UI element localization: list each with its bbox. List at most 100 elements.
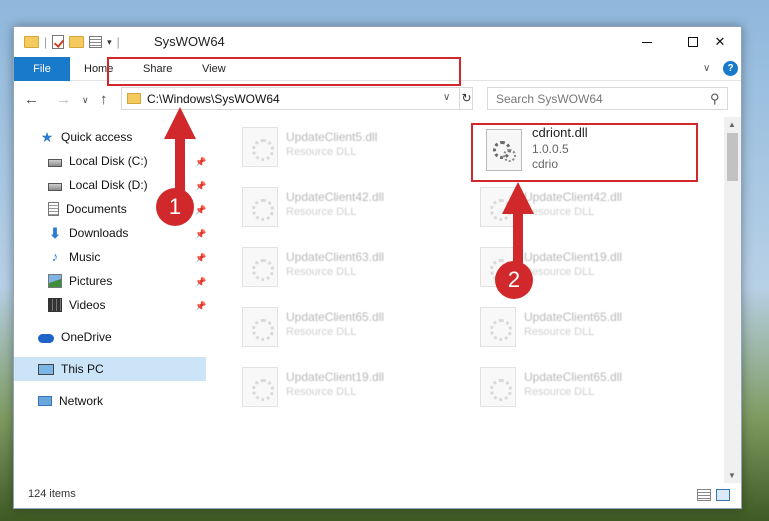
dll-file-icon <box>242 307 278 347</box>
window-title: SysWOW64 <box>154 34 225 49</box>
file-name: UpdateClient65.dll <box>524 370 623 384</box>
details-view-icon[interactable] <box>697 489 711 501</box>
tab-file[interactable]: File <box>14 57 70 81</box>
sidebar-item-local-disk-c[interactable]: Local Disk (C:) <box>48 149 148 173</box>
star-icon: ★ <box>40 129 54 145</box>
file-type: Resource DLL <box>286 386 357 398</box>
dll-file-icon <box>480 367 516 407</box>
sidebar-item-videos[interactable]: Videos <box>48 293 105 317</box>
pin-icon[interactable]: 📌 <box>195 277 206 288</box>
file-name: UpdateClient63.dll <box>286 250 385 264</box>
sidebar-item-network[interactable]: Network <box>38 389 103 413</box>
file-name: UpdateClient19.dll <box>524 250 623 264</box>
sidebar-item-downloads[interactable]: ⬇ Downloads <box>48 221 128 245</box>
list-item[interactable]: UpdateClient19.dll Resource DLL <box>232 359 458 411</box>
sidebar-item-label: Downloads <box>69 226 129 240</box>
file-type: Resource DLL <box>286 326 357 338</box>
list-item[interactable]: UpdateClient65.dll Resource DLL <box>470 299 696 351</box>
new-folder-icon[interactable] <box>69 36 85 48</box>
sidebar-item-quick-access[interactable]: ★ Quick access <box>40 125 133 149</box>
search-input[interactable]: Search SysWOW64 <box>496 92 603 106</box>
up-arrow-icon[interactable]: ↑ <box>100 91 108 108</box>
picture-icon <box>48 274 62 288</box>
address-folder-icon <box>127 93 141 104</box>
sidebar-item-label: Pictures <box>69 274 113 288</box>
properties-check-icon[interactable] <box>52 35 65 49</box>
file-type: Resource DLL <box>524 326 595 338</box>
folder-icon <box>24 36 39 48</box>
address-history-chevron-icon[interactable]: ∨ <box>443 92 450 103</box>
list-item[interactable]: UpdateClient63.dll Resource DLL <box>232 239 458 291</box>
file-type: Resource DLL <box>524 386 595 398</box>
title-bar: | ▾ | SysWOW64 ✕ <box>14 27 741 57</box>
address-path[interactable]: C:\Windows\SysWOW64 <box>147 92 280 106</box>
help-icon[interactable]: ? <box>723 61 738 76</box>
sidebar-item-onedrive[interactable]: OneDrive <box>38 325 112 349</box>
file-name: UpdateClient65.dll <box>524 310 623 324</box>
expand-ribbon-chevron-icon[interactable]: ∨ <box>703 63 710 74</box>
pin-icon[interactable]: 📌 <box>195 205 206 216</box>
music-icon: ♪ <box>51 249 59 264</box>
arrow-up-to-address-icon <box>164 107 196 197</box>
sidebar-item-local-disk-d[interactable]: Local Disk (D:) <box>48 173 148 197</box>
sidebar-item-this-pc[interactable]: This PC <box>38 357 104 381</box>
list-item[interactable]: UpdateClient65.dll Resource DLL <box>470 359 696 411</box>
pin-icon[interactable]: 📌 <box>195 229 206 240</box>
download-icon: ⬇ <box>49 225 61 241</box>
dll-file-icon <box>242 367 278 407</box>
scrollbar-thumb[interactable] <box>727 133 738 181</box>
quick-access-toolbar: | ▾ | <box>24 35 120 49</box>
sidebar-item-label: Documents <box>66 202 127 216</box>
properties-icon[interactable] <box>89 36 103 48</box>
disk-icon <box>48 158 62 167</box>
sidebar-item-documents[interactable]: Documents <box>48 197 127 221</box>
refresh-icon[interactable]: ↻ <box>459 88 473 109</box>
sidebar-item-pictures[interactable]: Pictures <box>48 269 112 293</box>
sidebar-item-label: Local Disk (C:) <box>69 154 148 168</box>
list-item[interactable]: UpdateClient42.dll Resource DLL <box>232 179 458 231</box>
forward-arrow-icon[interactable]: → <box>56 91 71 108</box>
pin-icon[interactable]: 📌 <box>195 301 206 312</box>
list-item[interactable]: UpdateClient65.dll Resource DLL <box>232 299 458 351</box>
dll-file-icon <box>242 247 278 287</box>
address-bar-highlight <box>107 57 461 86</box>
item-count: 124 items <box>28 488 76 500</box>
cloud-icon <box>38 333 54 343</box>
navigation-bar: ← → ∨ ↑ C:\Windows\SysWOW64 ∨ ↻ Search S… <box>14 82 741 117</box>
minimize-icon <box>642 41 652 43</box>
file-type: Resource DLL <box>286 266 357 278</box>
computer-icon <box>38 363 54 375</box>
sidebar-item-label: Quick access <box>61 130 133 144</box>
sidebar-item-label: Local Disk (D:) <box>69 178 148 192</box>
sidebar-item-label: Videos <box>69 298 106 312</box>
sidebar-item-label: Music <box>69 250 101 264</box>
status-bar: 124 items <box>14 483 741 509</box>
minimize-button[interactable] <box>624 27 670 57</box>
dll-file-icon <box>480 307 516 347</box>
sidebar-item-label: Network <box>59 394 104 408</box>
customize-toolbar-caret-icon[interactable]: ▾ <box>107 37 112 48</box>
list-item[interactable]: UpdateClient5.dll Resource DLL <box>232 119 458 171</box>
sidebar-item-label: This PC <box>61 362 104 376</box>
file-name: UpdateClient19.dll <box>286 370 385 384</box>
dll-file-icon <box>242 127 278 167</box>
dll-file-icon <box>242 187 278 227</box>
file-name: UpdateClient65.dll <box>286 310 385 324</box>
sidebar-item-label: OneDrive <box>61 330 112 344</box>
file-type: Resource DLL <box>286 146 357 158</box>
back-arrow-icon[interactable]: ← <box>24 91 39 108</box>
file-name: UpdateClient42.dll <box>524 190 623 204</box>
file-name: UpdateClient5.dll <box>286 130 378 144</box>
disk-icon <box>48 182 62 191</box>
search-box[interactable]: Search SysWOW64 ⚲ <box>487 87 728 110</box>
pin-icon[interactable]: 📌 <box>195 253 206 264</box>
sidebar-item-music[interactable]: ♪ Music <box>48 245 101 269</box>
vertical-scrollbar[interactable]: ▲ ▼ <box>724 117 741 483</box>
recent-locations-chevron-icon[interactable]: ∨ <box>82 95 89 106</box>
file-highlight <box>471 123 698 182</box>
close-button[interactable]: ✕ <box>697 27 743 57</box>
document-icon <box>48 202 59 216</box>
scroll-up-arrow-icon[interactable]: ▲ <box>728 120 736 129</box>
scroll-down-arrow-icon[interactable]: ▼ <box>728 471 736 480</box>
large-icons-view-icon[interactable] <box>716 489 730 501</box>
